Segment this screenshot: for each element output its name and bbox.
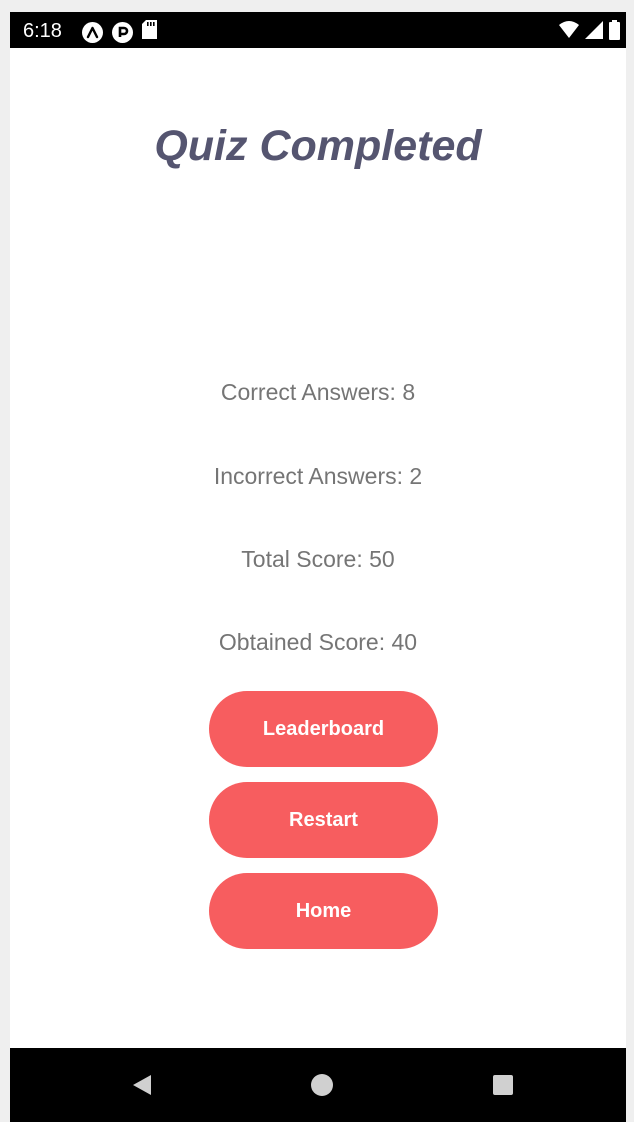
restart-button[interactable]: Restart [209,782,438,858]
leaderboard-button[interactable]: Leaderboard [209,691,438,767]
recent-apps-icon[interactable] [486,1068,520,1102]
home-button[interactable]: Home [209,873,438,949]
incorrect-answers-text: Incorrect Answers: 2 [213,463,423,489]
home-icon[interactable] [305,1068,339,1102]
cell-signal-icon [585,21,603,44]
sd-card-icon [142,20,157,44]
back-icon[interactable] [125,1068,159,1102]
battery-icon [609,20,620,45]
status-time: 6:18 [23,20,62,42]
status-system-icons [559,20,620,45]
wifi-icon [559,21,579,44]
obtained-score-text: Obtained Score: 40 [218,629,418,655]
phone-screen: 6:18 Quiz Completed Correct Answers: 8 I… [10,12,626,1122]
page-title: Quiz Completed [154,122,482,170]
status-notification-icons [82,20,157,44]
navigation-bar [10,1048,626,1122]
total-score-text: Total Score: 50 [241,546,395,572]
correct-answers-text: Correct Answers: 8 [220,379,416,405]
expo-icon [82,21,103,43]
p-icon [112,21,133,43]
status-bar: 6:18 [10,12,626,48]
